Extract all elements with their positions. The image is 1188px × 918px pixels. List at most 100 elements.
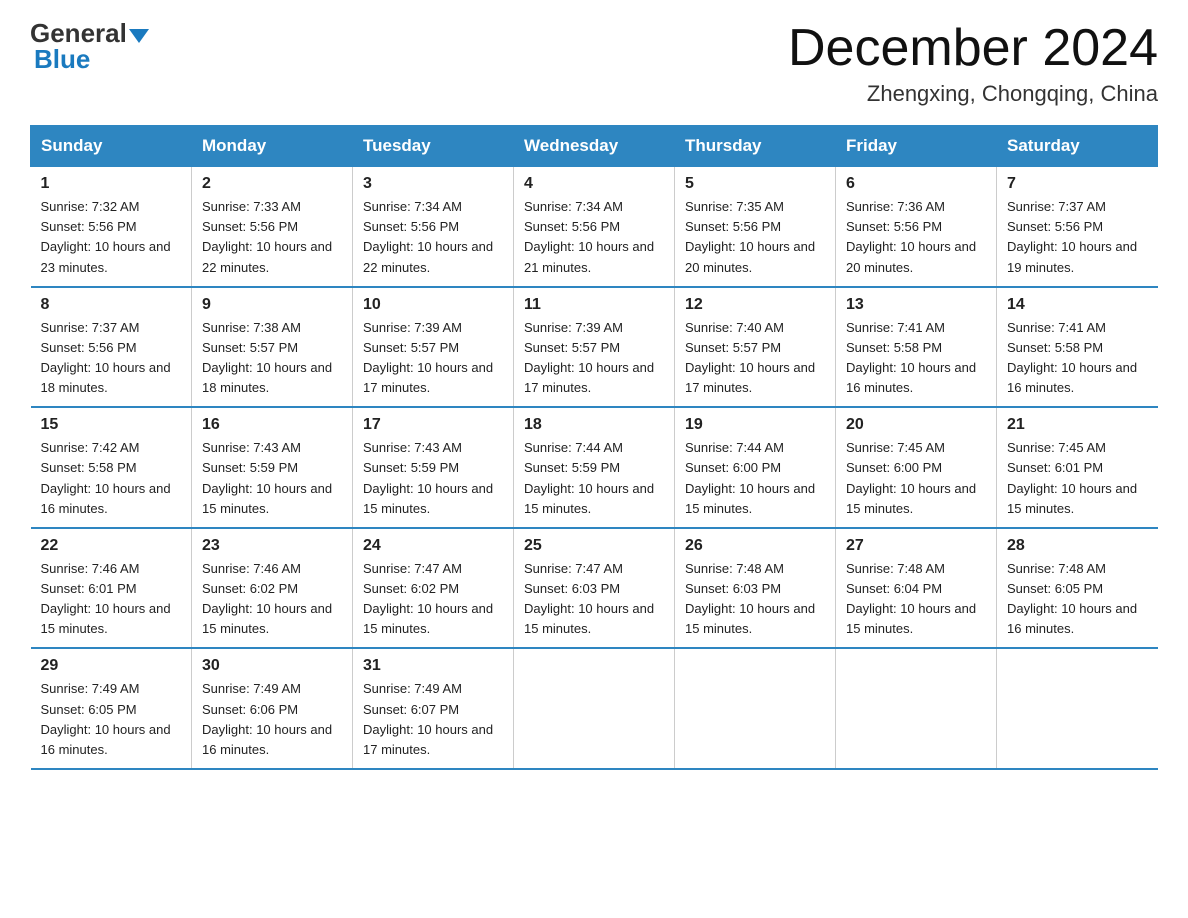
day-info: Sunrise: 7:36 AMSunset: 5:56 PMDaylight:… [846, 197, 986, 278]
day-number: 31 [363, 657, 503, 675]
page-header: General Blue December 2024 Zhengxing, Ch… [30, 20, 1158, 107]
week-row-1: 1 Sunrise: 7:32 AMSunset: 5:56 PMDayligh… [31, 167, 1158, 287]
day-number: 9 [202, 296, 342, 314]
day-number: 19 [685, 416, 825, 434]
calendar-cell: 24 Sunrise: 7:47 AMSunset: 6:02 PMDaylig… [353, 528, 514, 649]
calendar-cell: 3 Sunrise: 7:34 AMSunset: 5:56 PMDayligh… [353, 167, 514, 287]
day-info: Sunrise: 7:48 AMSunset: 6:04 PMDaylight:… [846, 559, 986, 640]
day-number: 30 [202, 657, 342, 675]
day-number: 25 [524, 537, 664, 555]
calendar-cell: 15 Sunrise: 7:42 AMSunset: 5:58 PMDaylig… [31, 407, 192, 528]
calendar-cell: 27 Sunrise: 7:48 AMSunset: 6:04 PMDaylig… [836, 528, 997, 649]
calendar-cell: 18 Sunrise: 7:44 AMSunset: 5:59 PMDaylig… [514, 407, 675, 528]
logo-arrow-icon [129, 29, 149, 43]
calendar-cell: 7 Sunrise: 7:37 AMSunset: 5:56 PMDayligh… [997, 167, 1158, 287]
day-info: Sunrise: 7:47 AMSunset: 6:03 PMDaylight:… [524, 559, 664, 640]
day-number: 18 [524, 416, 664, 434]
calendar-cell [675, 648, 836, 769]
day-number: 29 [41, 657, 182, 675]
day-info: Sunrise: 7:48 AMSunset: 6:05 PMDaylight:… [1007, 559, 1148, 640]
day-number: 8 [41, 296, 182, 314]
header-monday: Monday [192, 126, 353, 167]
day-number: 3 [363, 175, 503, 193]
day-info: Sunrise: 7:43 AMSunset: 5:59 PMDaylight:… [202, 438, 342, 519]
calendar-cell: 21 Sunrise: 7:45 AMSunset: 6:01 PMDaylig… [997, 407, 1158, 528]
day-info: Sunrise: 7:49 AMSunset: 6:07 PMDaylight:… [363, 679, 503, 760]
calendar-cell: 5 Sunrise: 7:35 AMSunset: 5:56 PMDayligh… [675, 167, 836, 287]
day-info: Sunrise: 7:39 AMSunset: 5:57 PMDaylight:… [363, 318, 503, 399]
month-title: December 2024 [788, 20, 1158, 77]
location-text: Zhengxing, Chongqing, China [788, 81, 1158, 107]
day-number: 15 [41, 416, 182, 434]
day-info: Sunrise: 7:33 AMSunset: 5:56 PMDaylight:… [202, 197, 342, 278]
calendar-cell: 9 Sunrise: 7:38 AMSunset: 5:57 PMDayligh… [192, 287, 353, 408]
week-row-4: 22 Sunrise: 7:46 AMSunset: 6:01 PMDaylig… [31, 528, 1158, 649]
day-info: Sunrise: 7:32 AMSunset: 5:56 PMDaylight:… [41, 197, 182, 278]
day-number: 23 [202, 537, 342, 555]
day-number: 28 [1007, 537, 1148, 555]
week-row-2: 8 Sunrise: 7:37 AMSunset: 5:56 PMDayligh… [31, 287, 1158, 408]
day-number: 21 [1007, 416, 1148, 434]
day-number: 16 [202, 416, 342, 434]
day-info: Sunrise: 7:47 AMSunset: 6:02 PMDaylight:… [363, 559, 503, 640]
day-info: Sunrise: 7:38 AMSunset: 5:57 PMDaylight:… [202, 318, 342, 399]
calendar-cell: 20 Sunrise: 7:45 AMSunset: 6:00 PMDaylig… [836, 407, 997, 528]
day-info: Sunrise: 7:44 AMSunset: 5:59 PMDaylight:… [524, 438, 664, 519]
day-info: Sunrise: 7:41 AMSunset: 5:58 PMDaylight:… [1007, 318, 1148, 399]
day-number: 7 [1007, 175, 1148, 193]
calendar-cell: 6 Sunrise: 7:36 AMSunset: 5:56 PMDayligh… [836, 167, 997, 287]
day-info: Sunrise: 7:49 AMSunset: 6:06 PMDaylight:… [202, 679, 342, 760]
day-number: 24 [363, 537, 503, 555]
day-info: Sunrise: 7:45 AMSunset: 6:00 PMDaylight:… [846, 438, 986, 519]
day-info: Sunrise: 7:34 AMSunset: 5:56 PMDaylight:… [524, 197, 664, 278]
calendar-cell: 1 Sunrise: 7:32 AMSunset: 5:56 PMDayligh… [31, 167, 192, 287]
logo-blue-text: Blue [30, 44, 90, 75]
day-info: Sunrise: 7:46 AMSunset: 6:01 PMDaylight:… [41, 559, 182, 640]
calendar-cell: 31 Sunrise: 7:49 AMSunset: 6:07 PMDaylig… [353, 648, 514, 769]
header-friday: Friday [836, 126, 997, 167]
title-block: December 2024 Zhengxing, Chongqing, Chin… [788, 20, 1158, 107]
day-number: 20 [846, 416, 986, 434]
day-info: Sunrise: 7:49 AMSunset: 6:05 PMDaylight:… [41, 679, 182, 760]
day-info: Sunrise: 7:42 AMSunset: 5:58 PMDaylight:… [41, 438, 182, 519]
day-number: 12 [685, 296, 825, 314]
calendar-cell: 29 Sunrise: 7:49 AMSunset: 6:05 PMDaylig… [31, 648, 192, 769]
day-info: Sunrise: 7:48 AMSunset: 6:03 PMDaylight:… [685, 559, 825, 640]
calendar-cell: 30 Sunrise: 7:49 AMSunset: 6:06 PMDaylig… [192, 648, 353, 769]
header-tuesday: Tuesday [353, 126, 514, 167]
header-saturday: Saturday [997, 126, 1158, 167]
calendar-cell: 13 Sunrise: 7:41 AMSunset: 5:58 PMDaylig… [836, 287, 997, 408]
calendar-cell: 2 Sunrise: 7:33 AMSunset: 5:56 PMDayligh… [192, 167, 353, 287]
week-row-3: 15 Sunrise: 7:42 AMSunset: 5:58 PMDaylig… [31, 407, 1158, 528]
header-wednesday: Wednesday [514, 126, 675, 167]
day-number: 5 [685, 175, 825, 193]
day-info: Sunrise: 7:44 AMSunset: 6:00 PMDaylight:… [685, 438, 825, 519]
calendar-cell: 26 Sunrise: 7:48 AMSunset: 6:03 PMDaylig… [675, 528, 836, 649]
day-info: Sunrise: 7:37 AMSunset: 5:56 PMDaylight:… [1007, 197, 1148, 278]
day-info: Sunrise: 7:40 AMSunset: 5:57 PMDaylight:… [685, 318, 825, 399]
day-number: 10 [363, 296, 503, 314]
day-info: Sunrise: 7:45 AMSunset: 6:01 PMDaylight:… [1007, 438, 1148, 519]
calendar-cell: 25 Sunrise: 7:47 AMSunset: 6:03 PMDaylig… [514, 528, 675, 649]
calendar-cell: 14 Sunrise: 7:41 AMSunset: 5:58 PMDaylig… [997, 287, 1158, 408]
day-number: 17 [363, 416, 503, 434]
day-info: Sunrise: 7:41 AMSunset: 5:58 PMDaylight:… [846, 318, 986, 399]
day-info: Sunrise: 7:43 AMSunset: 5:59 PMDaylight:… [363, 438, 503, 519]
day-number: 4 [524, 175, 664, 193]
calendar-cell [997, 648, 1158, 769]
logo: General Blue [30, 20, 151, 75]
day-number: 13 [846, 296, 986, 314]
header-thursday: Thursday [675, 126, 836, 167]
calendar-cell: 23 Sunrise: 7:46 AMSunset: 6:02 PMDaylig… [192, 528, 353, 649]
day-info: Sunrise: 7:35 AMSunset: 5:56 PMDaylight:… [685, 197, 825, 278]
day-number: 6 [846, 175, 986, 193]
calendar-cell [836, 648, 997, 769]
calendar-cell: 4 Sunrise: 7:34 AMSunset: 5:56 PMDayligh… [514, 167, 675, 287]
day-number: 1 [41, 175, 182, 193]
calendar-cell: 10 Sunrise: 7:39 AMSunset: 5:57 PMDaylig… [353, 287, 514, 408]
calendar-cell: 19 Sunrise: 7:44 AMSunset: 6:00 PMDaylig… [675, 407, 836, 528]
calendar-table: SundayMondayTuesdayWednesdayThursdayFrid… [30, 125, 1158, 770]
day-info: Sunrise: 7:37 AMSunset: 5:56 PMDaylight:… [41, 318, 182, 399]
header-sunday: Sunday [31, 126, 192, 167]
day-info: Sunrise: 7:39 AMSunset: 5:57 PMDaylight:… [524, 318, 664, 399]
